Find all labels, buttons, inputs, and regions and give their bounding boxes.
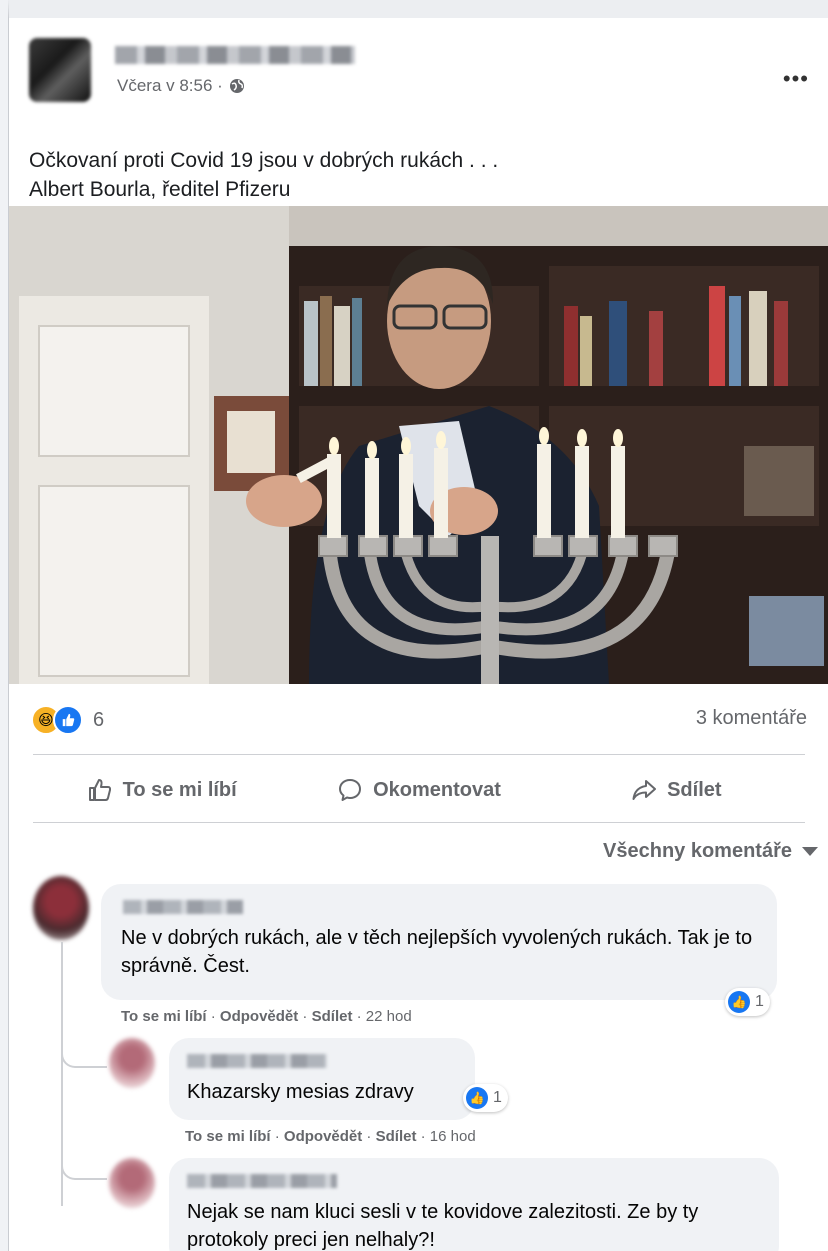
thumbs-up-icon	[88, 779, 111, 801]
comment-reply-link-1[interactable]: Odpovědět	[220, 1008, 298, 1025]
comment-time-1[interactable]: 22 hod	[366, 1008, 412, 1025]
comment-text-3: Nejak se nam kluci sesli v te kovidove z…	[187, 1201, 699, 1251]
comments-sort-label: Všechny komentáře	[603, 840, 792, 862]
photo-illustration	[9, 206, 828, 684]
comment-meta-1: To se mi líbí · Odpovědět · Sdílet · 22 …	[121, 1008, 412, 1025]
comment-reply-link-2[interactable]: Odpovědět	[284, 1128, 362, 1145]
comment-meta-2: To se mi líbí · Odpovědět · Sdílet · 16 …	[185, 1128, 476, 1145]
comment-bubble-1: Ne v dobrých rukách, ale v těch nejlepší…	[101, 884, 777, 1000]
author-avatar[interactable]	[29, 38, 91, 102]
comment-bubble-3: Nejak se nam kluci sesli v te kovidove z…	[169, 1158, 779, 1251]
comment-like-chip-1[interactable]: 👍 1	[725, 988, 770, 1016]
commenter-name-blurred-2[interactable]	[187, 1054, 327, 1068]
thumbs-up-reaction-icon: 👍	[728, 991, 750, 1013]
post-timestamp[interactable]: Včera v 8:56 ·	[117, 76, 223, 96]
comment-text-1: Ne v dobrých rukách, ale v těch nejlepší…	[121, 927, 753, 977]
post-header: Včera v 8:56 · •••	[29, 38, 809, 108]
reaction-count: 6	[93, 708, 105, 731]
divider-top	[33, 754, 805, 755]
comment-text-2: Khazarsky mesias zdravy	[187, 1081, 414, 1103]
reaction-stats: 😆 6 3 komentáře	[31, 703, 807, 735]
caption-line-2: Albert Bourla, ředitel Pfizeru	[29, 178, 291, 201]
thumbs-up-reaction-icon	[53, 705, 83, 735]
reply-connector-2	[61, 1158, 107, 1180]
caption-line-1: Očkovaní proti Covid 19 jsou v dobrých r…	[29, 149, 499, 172]
commenter-avatar-1[interactable]	[33, 876, 89, 940]
post-timestamp-row: Včera v 8:56 ·	[117, 76, 245, 96]
post-actions-bar: To se mi líbí Okomentovat Sdílet	[33, 760, 805, 820]
divider-bottom	[33, 822, 805, 823]
share-arrow-icon	[632, 780, 657, 800]
comment-button[interactable]: Okomentovat	[290, 760, 547, 820]
author-name-blurred[interactable]	[115, 46, 355, 64]
like-button[interactable]: To se mi líbí	[33, 760, 290, 820]
comment-like-chip-2[interactable]: 👍 1	[463, 1084, 508, 1112]
post-caption: Očkovaní proti Covid 19 jsou v dobrých r…	[29, 146, 809, 204]
comments-sort-dropdown[interactable]: Všechny komentáře	[603, 840, 818, 863]
reactions-summary[interactable]: 😆 6	[31, 705, 104, 735]
commenter-name-blurred-1[interactable]	[123, 900, 243, 914]
caret-down-icon	[802, 847, 818, 856]
facebook-post-card: Včera v 8:56 · ••• Očkovaní proti Covid …	[8, 0, 828, 1251]
more-options-button[interactable]: •••	[783, 66, 809, 92]
comment-time-2[interactable]: 16 hod	[430, 1128, 476, 1145]
like-button-label: To se mi líbí	[122, 778, 237, 801]
post-photo[interactable]	[9, 206, 828, 684]
share-button[interactable]: Sdílet	[548, 760, 805, 820]
thumbs-up-reaction-icon: 👍	[466, 1087, 488, 1109]
comment-like-link-1[interactable]: To se mi líbí	[121, 1008, 207, 1025]
comment-like-count-1: 1	[755, 993, 764, 1010]
speech-bubble-icon	[339, 779, 362, 801]
comment-button-label: Okomentovat	[373, 778, 501, 801]
comment-share-link-2[interactable]: Sdílet	[376, 1128, 417, 1145]
reply-connector-1	[61, 1048, 107, 1068]
comment-like-link-2[interactable]: To se mi líbí	[185, 1128, 271, 1145]
commenter-avatar-3[interactable]	[109, 1158, 155, 1208]
comment-share-link-1[interactable]: Sdílet	[312, 1008, 353, 1025]
comment-bubble-2: Khazarsky mesias zdravy	[169, 1038, 475, 1120]
commenter-avatar-2[interactable]	[109, 1038, 155, 1088]
comment-like-count-2: 1	[493, 1089, 502, 1106]
commenter-name-blurred-3[interactable]	[187, 1174, 337, 1188]
share-button-label: Sdílet	[667, 778, 722, 801]
globe-icon	[229, 79, 244, 93]
comments-count-link[interactable]: 3 komentáře	[696, 707, 807, 730]
